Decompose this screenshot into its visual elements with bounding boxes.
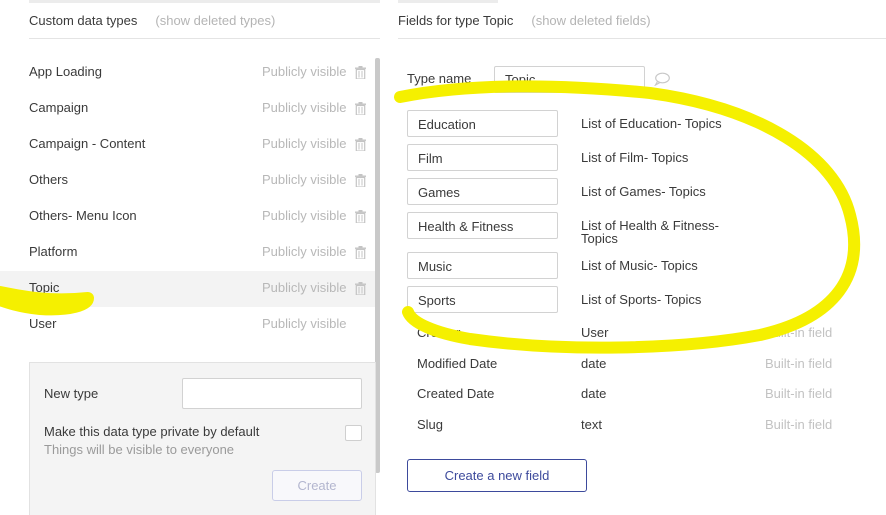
field-name-input[interactable]: Music [407, 252, 558, 279]
type-name: App Loading [29, 64, 103, 79]
type-row[interactable]: Campaign Publicly visible [0, 91, 376, 127]
field-name-input[interactable]: Sports [407, 286, 558, 313]
type-visibility[interactable]: Publicly visible [262, 208, 347, 223]
type-name-input[interactable]: Topic [494, 66, 645, 93]
field-type-line: Topics [581, 231, 618, 246]
trash-icon[interactable] [355, 282, 366, 295]
field-type[interactable]: List of Health & Fitness- Topics [581, 219, 741, 245]
builtin-field-name: Modified Date [417, 356, 498, 371]
type-row[interactable]: User Publicly visible [0, 307, 376, 343]
type-name: Platform [29, 244, 78, 259]
field-type[interactable]: List of Education- Topics [581, 117, 741, 130]
type-name: Others [29, 172, 69, 187]
builtin-field-name: Creator [417, 325, 461, 340]
field-name-input[interactable]: Film [407, 144, 558, 171]
type-visibility[interactable]: Publicly visible [262, 100, 347, 115]
type-row[interactable]: App Loading Publicly visible [0, 55, 376, 91]
private-default-checkbox[interactable] [345, 425, 362, 441]
field-type[interactable]: List of Film- Topics [581, 151, 741, 164]
builtin-field-type: date [581, 356, 607, 371]
type-name: User [29, 316, 57, 331]
new-type-panel: New type Make this data type private by … [29, 362, 376, 515]
field-name-input[interactable]: Health & Fitness [407, 212, 558, 239]
builtin-field-type: User [581, 325, 609, 340]
type-visibility[interactable]: Publicly visible [262, 316, 347, 331]
comment-icon[interactable] [654, 72, 670, 86]
type-name: Campaign - Content [29, 136, 146, 151]
builtin-field-tag: Built-in field [765, 417, 833, 432]
builtin-field-name: Slug [417, 417, 444, 432]
show-deleted-fields-link[interactable]: (show deleted fields) [531, 13, 650, 28]
types-title: Custom data types [29, 13, 138, 28]
type-name: Topic [29, 280, 60, 295]
type-visibility[interactable]: Publicly visible [262, 244, 347, 259]
field-type[interactable]: List of Sports- Topics [581, 293, 741, 306]
new-type-label: New type [44, 386, 99, 401]
types-header: Custom data types (show deleted types) [29, 13, 275, 28]
field-type[interactable]: List of Music- Topics [581, 259, 741, 272]
type-row[interactable]: Campaign - Content Publicly visible [0, 127, 376, 163]
type-row[interactable]: Others Publicly visible [0, 163, 376, 199]
type-row[interactable]: Platform Publicly visible [0, 235, 376, 271]
visibility-hint: Things will be visible to everyone [44, 442, 235, 457]
builtin-field-type: text [581, 417, 602, 432]
type-visibility[interactable]: Publicly visible [262, 136, 347, 151]
builtin-field-tag: Built-in field [765, 356, 833, 371]
show-deleted-types-link[interactable]: (show deleted types) [155, 13, 275, 28]
field-name-input[interactable]: Games [407, 178, 558, 205]
type-visibility[interactable]: Publicly visible [262, 172, 347, 187]
type-row[interactable]: Others- Menu Icon Publicly visible [0, 199, 376, 235]
trash-icon[interactable] [355, 138, 366, 151]
trash-icon[interactable] [355, 210, 366, 223]
trash-icon[interactable] [355, 174, 366, 187]
trash-icon[interactable] [355, 102, 366, 115]
type-name-label: Type name [407, 71, 472, 86]
field-type[interactable]: List of Games- Topics [581, 185, 741, 198]
builtin-field-tag: Built-in field [765, 325, 833, 340]
type-visibility[interactable]: Publicly visible [262, 64, 347, 79]
type-visibility[interactable]: Publicly visible [262, 280, 347, 295]
create-type-button[interactable]: Create [272, 470, 362, 501]
fields-header-underline [398, 38, 886, 39]
builtin-field-type: date [581, 386, 607, 401]
trash-icon[interactable] [355, 246, 366, 259]
trash-icon[interactable] [355, 66, 366, 79]
top-divider-right [398, 0, 498, 3]
create-new-field-button[interactable]: Create a new field [407, 459, 587, 492]
top-divider-left [29, 0, 380, 3]
builtin-field-tag: Built-in field [765, 386, 833, 401]
type-name: Campaign [29, 100, 89, 115]
private-default-label: Make this data type private by default [44, 424, 260, 439]
new-type-input[interactable] [182, 378, 362, 409]
fields-header: Fields for type Topic (show deleted fiel… [398, 13, 651, 28]
builtin-field-name: Created Date [417, 386, 495, 401]
types-header-underline [29, 38, 380, 39]
field-name-input[interactable]: Education [407, 110, 558, 137]
type-name: Others- Menu Icon [29, 208, 137, 223]
type-row-selected[interactable]: Topic Publicly visible [0, 271, 376, 307]
fields-title: Fields for type Topic [398, 13, 514, 28]
